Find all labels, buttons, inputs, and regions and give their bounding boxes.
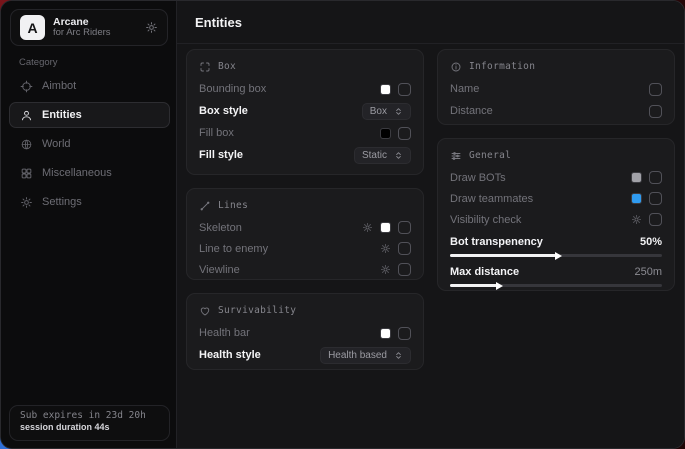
lines-card: Lines Skeleton Line to enemy xyxy=(186,188,424,280)
viewline-checkbox[interactable] xyxy=(398,263,411,276)
slider-label: Max distance xyxy=(450,266,634,278)
card-title: Lines xyxy=(218,200,248,211)
unfold-icon xyxy=(394,151,403,160)
row-label: Line to enemy xyxy=(199,243,380,255)
slider-value: 50% xyxy=(640,236,662,248)
globe-icon xyxy=(20,138,33,151)
heart-icon xyxy=(199,305,211,317)
bounding-box-checkbox[interactable] xyxy=(398,83,411,96)
dropdown-value: Box xyxy=(370,106,387,117)
sidebar-nav: Aimbot Entities World xyxy=(9,73,170,218)
sidebar-item-aimbot[interactable]: Aimbot xyxy=(9,73,170,99)
fill-box-checkbox[interactable] xyxy=(398,127,411,140)
gear-icon xyxy=(20,196,33,209)
row-label: Fill style xyxy=(199,149,354,161)
header-divider xyxy=(177,43,684,44)
gear-icon[interactable] xyxy=(380,264,391,275)
sidebar-item-label: Settings xyxy=(42,196,82,208)
brackets-icon xyxy=(199,61,211,73)
sidebar-item-label: Entities xyxy=(42,109,82,121)
subscription-card: Sub expires in 23d 20h session duration … xyxy=(9,405,170,441)
box-style-dropdown[interactable]: Box xyxy=(362,103,411,120)
grid-icon xyxy=(20,167,33,180)
box-card: Box Bounding box Box style Box xyxy=(186,49,424,175)
visibility-check-checkbox[interactable] xyxy=(649,213,662,226)
survivability-card: Survivability Health bar Health style He… xyxy=(186,293,424,370)
row-label: Distance xyxy=(450,105,649,117)
gear-icon[interactable] xyxy=(380,243,391,254)
health-bar-checkbox[interactable] xyxy=(398,327,411,340)
sidebar-item-label: Aimbot xyxy=(42,80,76,92)
skeleton-checkbox[interactable] xyxy=(398,221,411,234)
max-distance-slider[interactable] xyxy=(450,284,662,287)
color-swatch[interactable] xyxy=(380,222,391,233)
sidebar-item-miscellaneous[interactable]: Miscellaneous xyxy=(9,160,170,186)
app-window: A Arcane for Arc Riders Category xyxy=(0,0,685,449)
dropdown-value: Health based xyxy=(328,350,387,361)
draw-teammates-checkbox[interactable] xyxy=(649,192,662,205)
crosshair-icon xyxy=(20,80,33,93)
card-title: Survivability xyxy=(218,305,296,316)
slider-label: Bot transpenency xyxy=(450,236,640,248)
sidebar: A Arcane for Arc Riders Category xyxy=(1,1,176,448)
card-title: Box xyxy=(218,61,236,72)
card-title: Information xyxy=(469,61,535,72)
card-title: General xyxy=(469,150,511,161)
row-label: Viewline xyxy=(199,264,380,276)
row-label: Box style xyxy=(199,105,362,117)
color-swatch[interactable] xyxy=(380,84,391,95)
entities-icon xyxy=(20,109,33,122)
page-title: Entities xyxy=(195,15,242,30)
sub-expiry-text: Sub expires in 23d 20h xyxy=(20,410,159,421)
sidebar-item-label: Miscellaneous xyxy=(42,167,112,179)
row-label: Health bar xyxy=(199,327,380,339)
row-label: Visibility check xyxy=(450,214,631,226)
row-label: Health style xyxy=(199,349,320,361)
line-to-enemy-checkbox[interactable] xyxy=(398,242,411,255)
settings-gear-icon[interactable] xyxy=(145,21,158,34)
row-label: Draw BOTs xyxy=(450,172,631,184)
category-label: Category xyxy=(19,57,58,68)
logo-card: A Arcane for Arc Riders xyxy=(10,9,168,46)
session-duration-text: session duration 44s xyxy=(20,422,159,432)
name-checkbox[interactable] xyxy=(649,83,662,96)
color-swatch[interactable] xyxy=(380,128,391,139)
sidebar-item-label: World xyxy=(42,138,71,150)
row-label: Draw teammates xyxy=(450,193,631,205)
info-icon xyxy=(450,61,462,73)
slider-value: 250m xyxy=(634,266,662,278)
sliders-icon xyxy=(450,150,462,162)
sidebar-item-entities[interactable]: Entities xyxy=(9,102,170,128)
row-label: Name xyxy=(450,83,649,95)
app-logo: A xyxy=(20,15,45,40)
sidebar-item-world[interactable]: World xyxy=(9,131,170,157)
draw-bots-checkbox[interactable] xyxy=(649,171,662,184)
unfold-icon xyxy=(394,351,403,360)
information-card: Information Name Distance xyxy=(437,49,675,125)
main-panel: Entities Box Bounding box Box st xyxy=(176,1,684,448)
general-card: General Draw BOTs Draw teammates Visibil… xyxy=(437,138,675,291)
color-swatch[interactable] xyxy=(380,328,391,339)
fill-style-dropdown[interactable]: Static xyxy=(354,147,411,164)
row-label: Bounding box xyxy=(199,83,380,95)
app-subtitle: for Arc Riders xyxy=(53,28,111,39)
row-label: Skeleton xyxy=(199,222,362,234)
color-swatch[interactable] xyxy=(631,193,642,204)
row-label: Fill box xyxy=(199,127,380,139)
bot-transparency-slider[interactable] xyxy=(450,254,662,257)
color-swatch[interactable] xyxy=(631,172,642,183)
sidebar-item-settings[interactable]: Settings xyxy=(9,189,170,215)
unfold-icon xyxy=(394,107,403,116)
gear-icon[interactable] xyxy=(631,214,642,225)
line-icon xyxy=(199,200,211,212)
dropdown-value: Static xyxy=(362,150,387,161)
health-style-dropdown[interactable]: Health based xyxy=(320,347,411,364)
distance-checkbox[interactable] xyxy=(649,105,662,118)
gear-icon[interactable] xyxy=(362,222,373,233)
